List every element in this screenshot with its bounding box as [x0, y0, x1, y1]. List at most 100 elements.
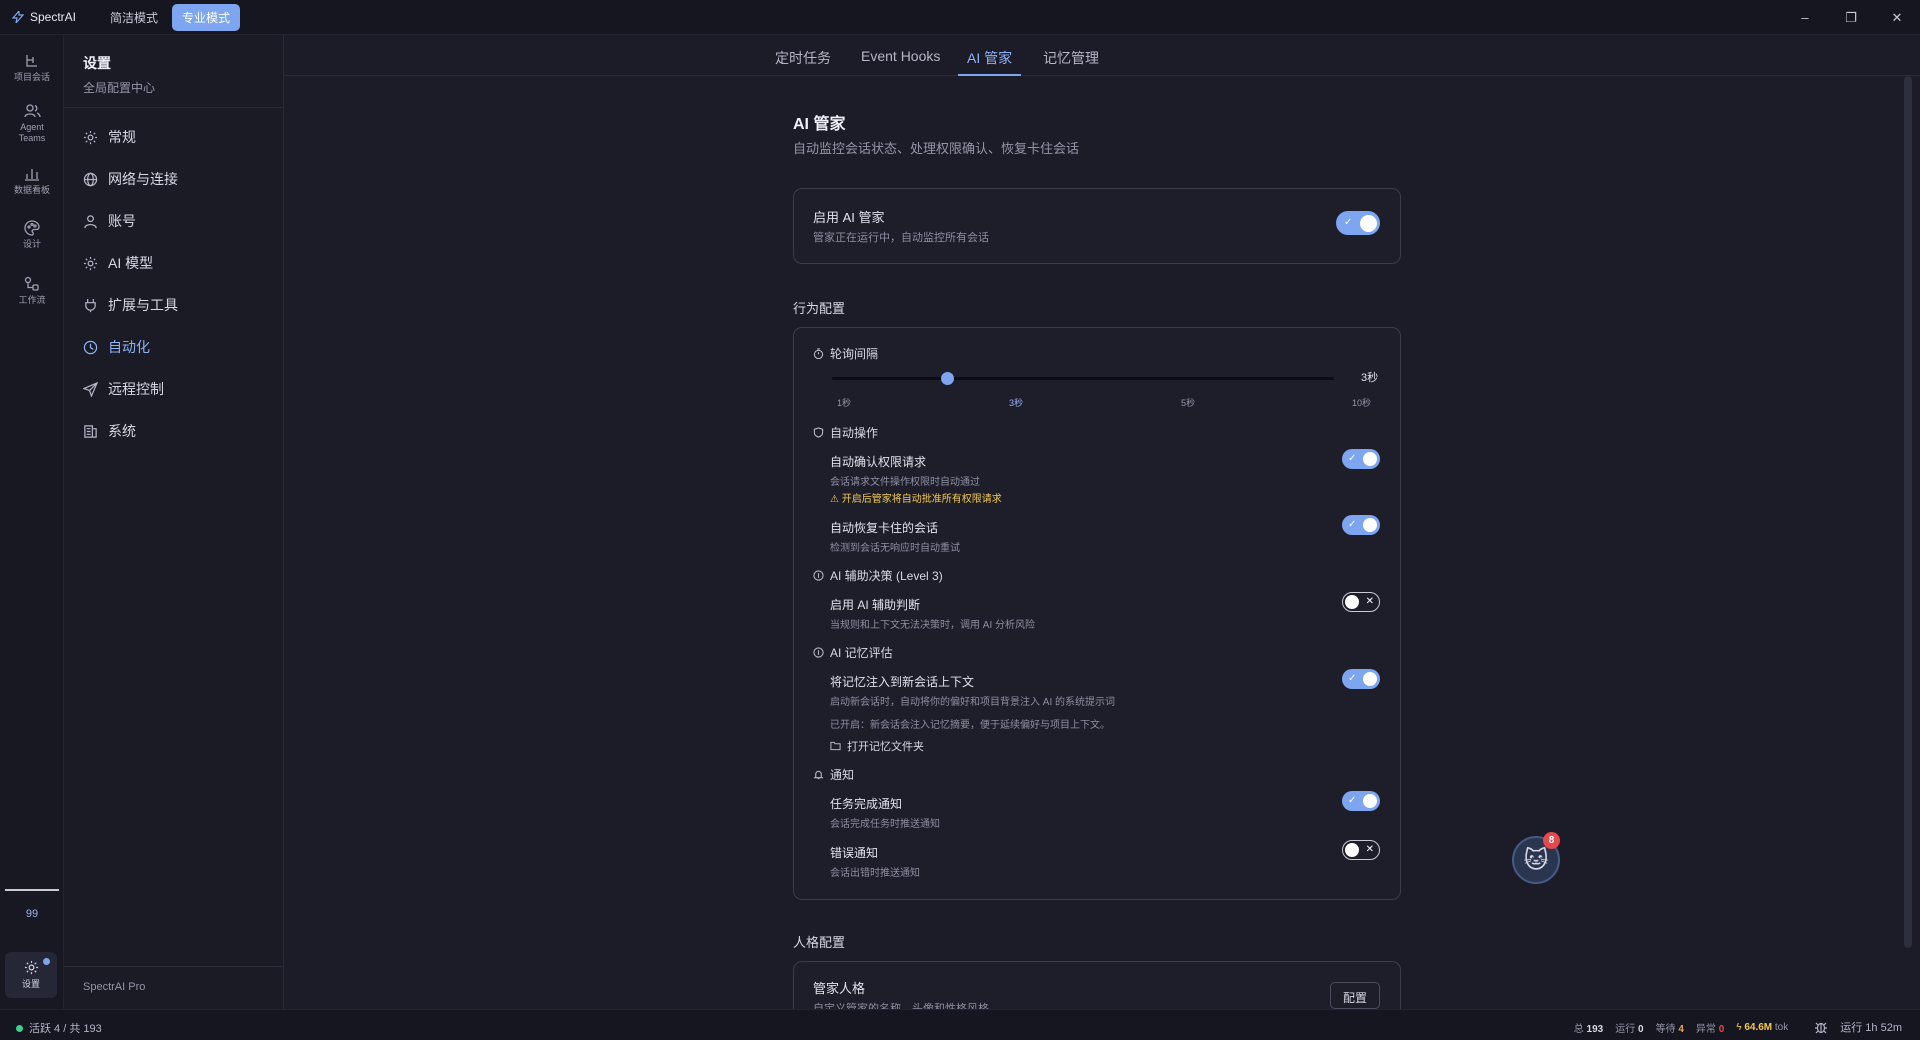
auto-ops-header: 自动操作 [813, 424, 878, 441]
task-done-notify-title: 任务完成通知 [830, 797, 903, 811]
bug-icon[interactable] [1814, 1020, 1828, 1034]
sidebar-item-label: 账号 [108, 213, 136, 229]
sidebar-item-label: 系统 [108, 423, 136, 439]
memory-inject-toggle[interactable]: ✓ [1342, 669, 1380, 689]
ai-decision-label: AI 辅助决策 (Level 3) [830, 569, 943, 583]
polling-slider[interactable] [832, 372, 1334, 385]
app-brand: SpectrAI [0, 10, 100, 24]
rail-label-sessions: 项目会话 [13, 72, 50, 82]
notify-header: 通知 [813, 766, 854, 783]
error-value: 0 [1718, 1023, 1725, 1035]
x-icon: ✕ [1365, 844, 1374, 855]
gear-icon [83, 130, 98, 144]
auto-approve-warning: ⚠ 开启后管家将自动批准所有权限请求 [830, 494, 1002, 505]
scrollbar[interactable] [1904, 76, 1912, 948]
sidebar-item-extensions[interactable]: 扩展与工具 [83, 295, 178, 315]
x-icon: ✕ [1365, 596, 1374, 607]
memory-inject-desc: 启动新会话时，自动将你的偏好和项目背景注入 AI 的系统提示词 [830, 697, 1116, 708]
auto-recover-toggle[interactable]: ✓ [1342, 515, 1380, 535]
toggle-knob [1363, 794, 1377, 808]
rail-item-workflow[interactable]: 工作流 [0, 276, 64, 306]
persona-config-button[interactable]: 配置 [1330, 982, 1380, 1009]
main-content: AI 管家 自动监控会话状态、处理权限确认、恢复卡住会话 启用 AI 管家 管家… [284, 76, 1916, 1009]
enable-butler-desc: 管家正在运行中，自动监控所有会话 [813, 232, 989, 244]
gear-icon [83, 256, 98, 270]
tab-event-hooks[interactable]: Event Hooks [861, 35, 940, 76]
sidebar-item-automation[interactable]: 自动化 [83, 337, 150, 357]
cat-icon: 🐱 [1523, 846, 1549, 874]
page-title: AI 管家 [793, 116, 846, 133]
error-stat: 异常 0 [1696, 1020, 1724, 1035]
tab-memory[interactable]: 记忆管理 [1043, 35, 1099, 76]
ai-judge-desc: 当规则和上下文无法决策时，调用 AI 分析风险 [830, 620, 1036, 631]
sidebar-item-label: 扩展与工具 [108, 297, 178, 313]
sidebar-item-remote[interactable]: 远程控制 [83, 379, 164, 399]
persona-desc: 自定义管家的名称、头像和性格风格 [813, 1003, 989, 1009]
polling-header: 轮询间隔 [813, 345, 878, 362]
error-notify-desc: 会话出错时推送通知 [830, 868, 920, 879]
simple-mode-button[interactable]: 简洁模式 [100, 4, 168, 31]
check-icon: ✓ [1344, 217, 1353, 228]
behavior-section-label: 行为配置 [793, 301, 846, 316]
pro-mode-button[interactable]: 专业模式 [172, 3, 241, 31]
error-notify-toggle[interactable]: ✕ [1342, 840, 1380, 860]
rail-divider [5, 889, 59, 891]
sidebar-item-ai-model[interactable]: AI 模型 [83, 253, 153, 273]
memory-inject-title: 将记忆注入到新会话上下文 [830, 675, 975, 689]
title-bar: SpectrAI 简洁模式 专业模式 – ❐ ✕ [0, 0, 1920, 35]
ai-judge-title: 启用 AI 辅助判断 [830, 598, 921, 612]
rail-item-design[interactable]: 设计 [0, 220, 64, 250]
rail-item-sessions[interactable]: 项目会话 [0, 53, 64, 83]
window-controls: – ❐ ✕ [1782, 0, 1920, 35]
status-left: 活跃 4 / 共 193 [16, 1020, 102, 1036]
sidebar-item-label: 远程控制 [108, 381, 164, 397]
sidebar-item-label: 自动化 [108, 339, 150, 355]
ai-memory-header: AI 记忆评估 [813, 644, 893, 661]
clock-icon [83, 340, 98, 354]
waiting-label: 等待 [1655, 1023, 1676, 1035]
total-value: 193 [1586, 1023, 1604, 1035]
task-done-notify-desc: 会话完成任务时推送通知 [830, 819, 940, 830]
uptime-text: 运行 1h 52m [1840, 1022, 1902, 1034]
sidebar-item-account[interactable]: 账号 [83, 211, 136, 231]
sidebar-subtitle: 全局配置中心 [83, 81, 156, 95]
tick-label: 5秒 [1181, 398, 1196, 408]
auto-ops-label: 自动操作 [830, 426, 879, 440]
tokens-unit: tok [1774, 1021, 1789, 1033]
enable-butler-toggle[interactable]: ✓ [1336, 211, 1380, 235]
send-icon [83, 381, 98, 397]
plug-icon [85, 298, 96, 312]
task-done-notify-toggle[interactable]: ✓ [1342, 791, 1380, 811]
rail-item-dashboard[interactable]: 数据看板 [0, 166, 64, 196]
waiting-stat: 等待 4 [1656, 1020, 1684, 1035]
close-button[interactable]: ✕ [1874, 0, 1920, 35]
sessions-icon [26, 55, 37, 67]
restore-button[interactable]: ❐ [1828, 0, 1874, 35]
minimize-button[interactable]: – [1782, 0, 1828, 35]
rail-label-dashboard: 数据看板 [13, 185, 50, 195]
rail-item-settings[interactable]: 设置 [5, 952, 57, 998]
sidebar-item-system[interactable]: 系统 [83, 421, 136, 441]
running-value: 0 [1638, 1023, 1644, 1035]
sidebar-item-label: 常规 [108, 129, 136, 145]
check-icon: ✓ [1348, 519, 1357, 530]
rail-item-agent-teams[interactable]: Agent Teams [0, 103, 64, 144]
chart-icon [25, 169, 39, 181]
persona-card: 管家人格 自定义管家的名称、头像和性格风格 配置 [793, 961, 1401, 1009]
rail-label-design: 设计 [22, 239, 41, 249]
gear-icon [24, 960, 38, 975]
auto-approve-title: 自动确认权限请求 [830, 455, 927, 469]
ai-judge-toggle[interactable]: ✕ [1342, 592, 1380, 612]
running-stat: 运行 0 [1615, 1020, 1643, 1035]
tab-ai-butler[interactable]: AI 管家 [958, 35, 1022, 76]
sidebar-item-network[interactable]: 网络与连接 [83, 169, 178, 189]
tick-label: 10秒 [1352, 398, 1372, 408]
slider-thumb[interactable] [941, 372, 955, 385]
rail-session-count: 99 [25, 908, 39, 920]
sidebar-item-general[interactable]: 常规 [83, 127, 136, 147]
mascot-badge: 8 [1543, 832, 1560, 849]
auto-recover-desc: 检测到会话无响应时自动重试 [830, 543, 960, 554]
tab-scheduled-tasks[interactable]: 定时任务 [775, 35, 831, 76]
auto-approve-toggle[interactable]: ✓ [1342, 449, 1380, 469]
open-memory-folder-link[interactable]: 打开记忆文件夹 [830, 738, 924, 754]
